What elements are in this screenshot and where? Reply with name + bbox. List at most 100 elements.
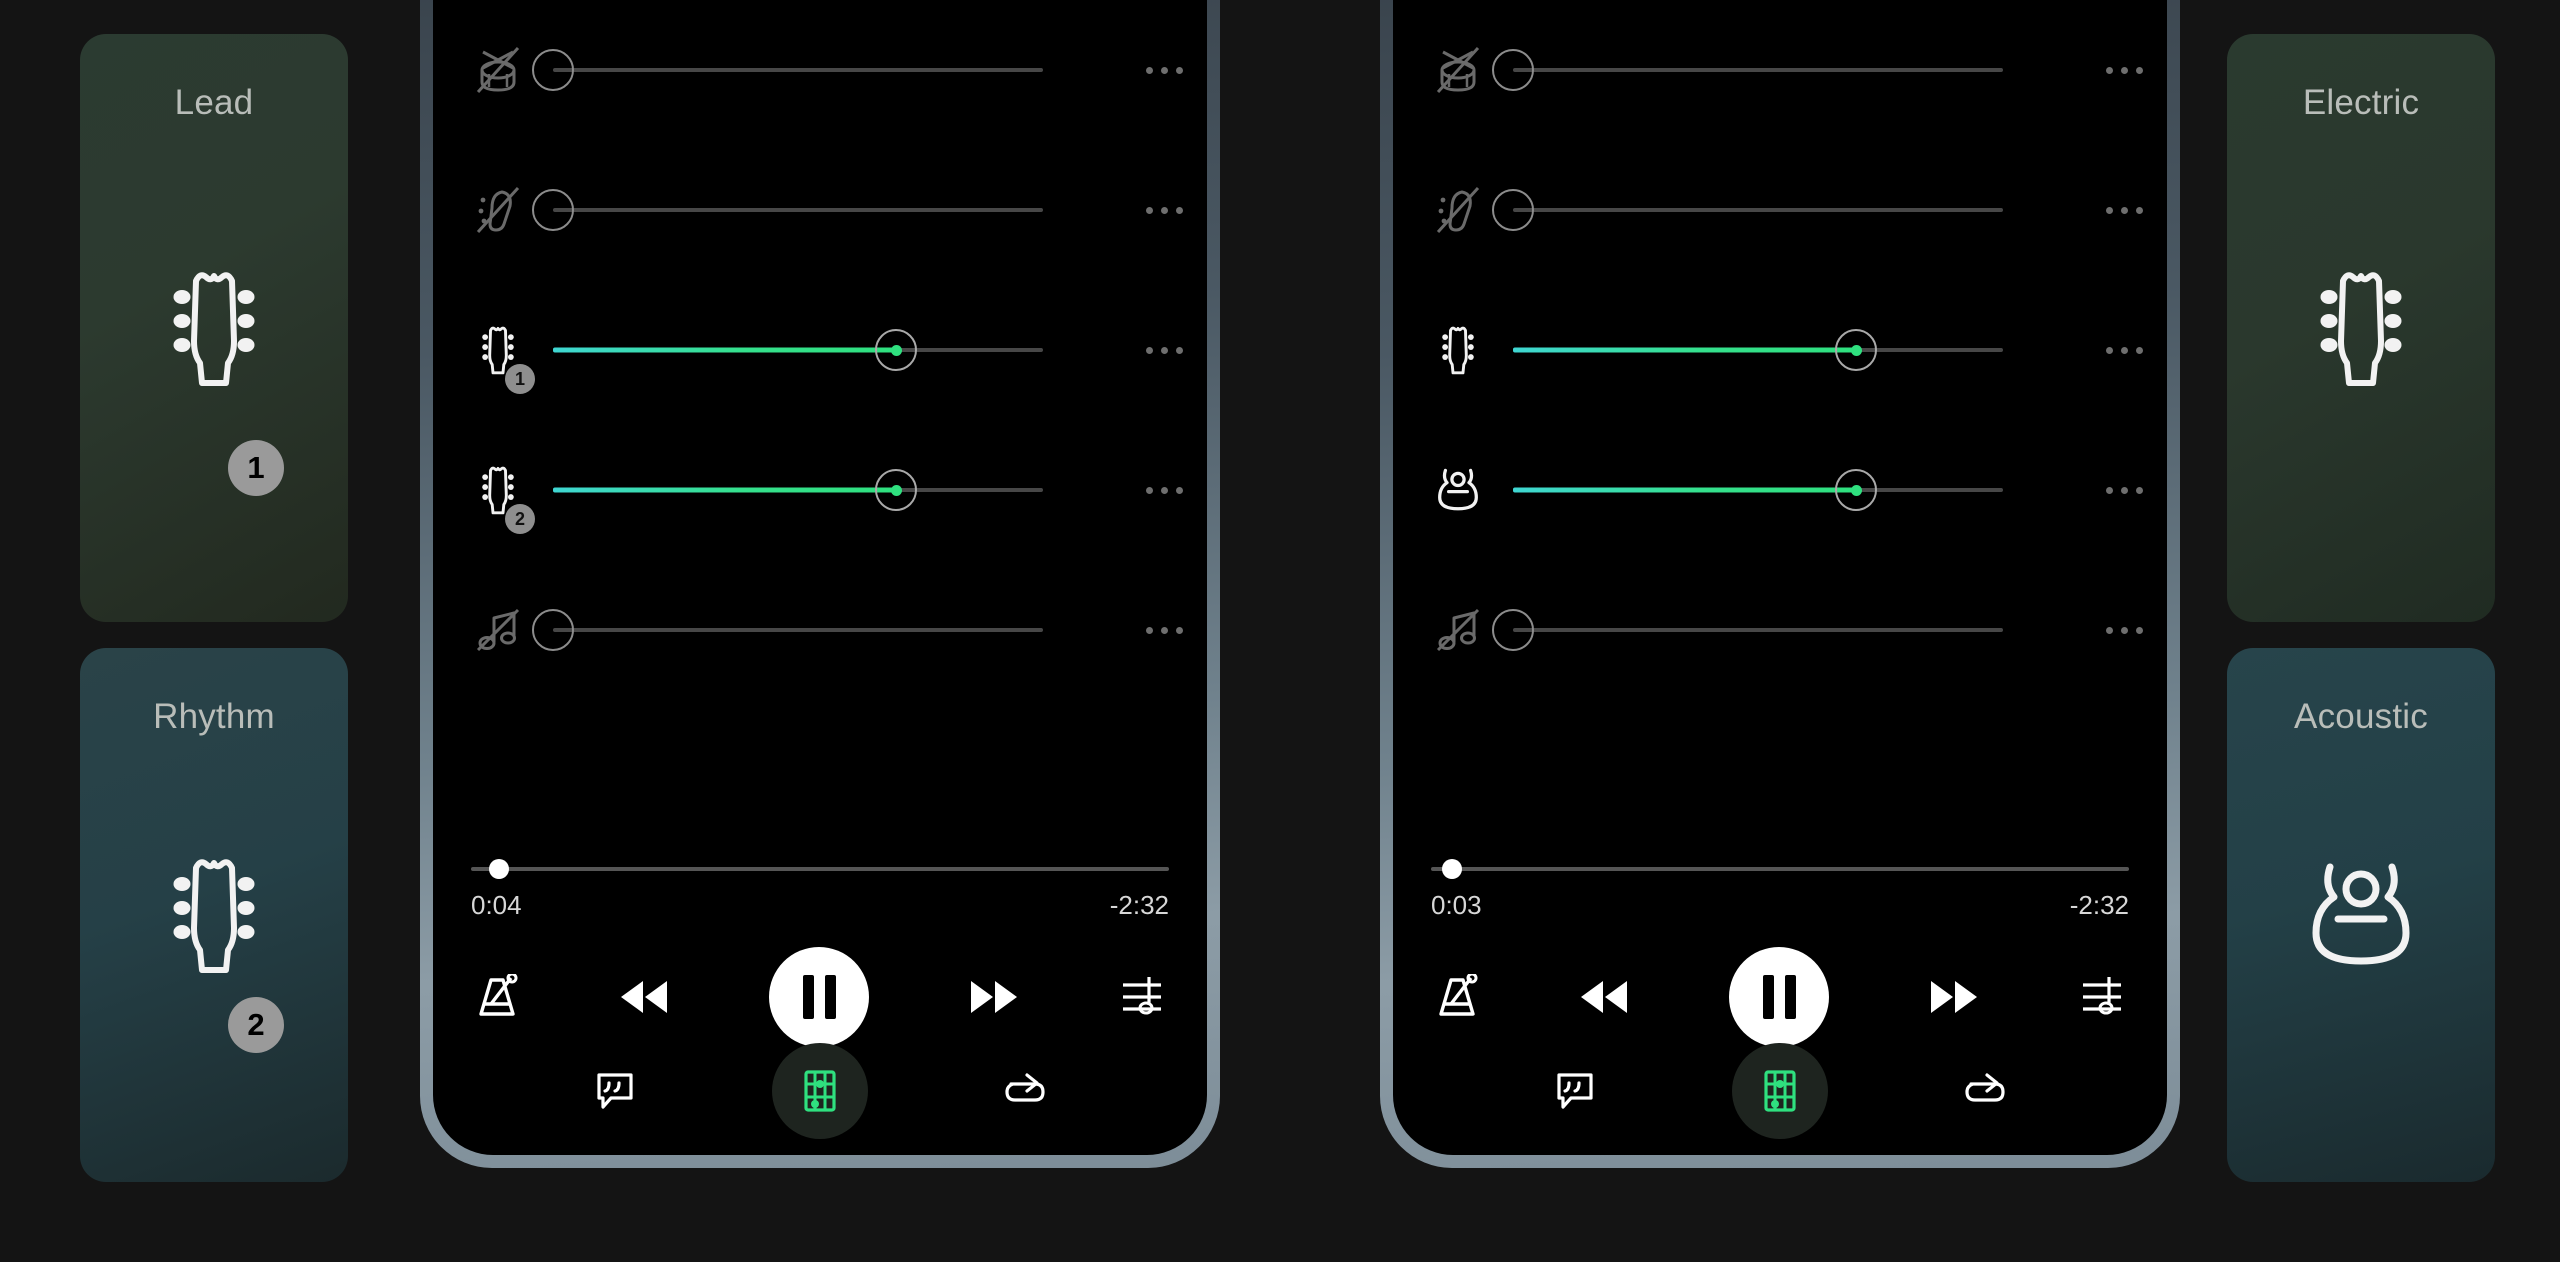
fast-forward-icon[interactable] [1927, 977, 1981, 1017]
tab-lyrics[interactable] [1527, 1043, 1623, 1139]
seek-bar[interactable] [471, 856, 1169, 882]
slider-knob[interactable] [532, 609, 574, 651]
instrument-card-lead[interactable]: Lead 1 [80, 34, 348, 622]
slider-knob[interactable] [1835, 469, 1877, 511]
guitar-headstock-icon[interactable]: 1 [457, 280, 539, 420]
remaining-time: -2:32 [1109, 890, 1169, 920]
mixer-row[interactable]: 1 [433, 280, 1207, 420]
slider-track [553, 628, 1043, 632]
rewind-icon[interactable] [1577, 977, 1631, 1017]
track-number-badge: 1 [505, 364, 535, 394]
pause-icon [1762, 975, 1774, 1019]
volume-slider[interactable] [539, 420, 1115, 560]
volume-slider[interactable] [1492, 0, 2075, 140]
slider-track [1513, 68, 2003, 72]
volume-slider[interactable] [1492, 560, 2075, 700]
phone-mockup-right: 0:03 -2:32 [1380, 0, 2180, 1168]
tab-lyrics[interactable] [567, 1043, 663, 1139]
slider-knob[interactable] [1835, 329, 1877, 371]
tab-loop[interactable] [1937, 1043, 2033, 1139]
seek-bar[interactable] [1431, 856, 2129, 882]
seek-track [471, 867, 1169, 871]
mixer-track-list [1393, 0, 2167, 700]
mixer-icon[interactable] [2079, 975, 2125, 1019]
slider-fill [1513, 347, 1856, 353]
row-more-options-button[interactable] [1121, 420, 1207, 560]
shaker-muted-icon[interactable] [1417, 140, 1499, 280]
row-more-options-button[interactable] [2081, 280, 2167, 420]
seek-handle[interactable] [1441, 859, 1462, 879]
row-more-options-button[interactable] [1121, 0, 1207, 140]
acoustic-guitar-body-icon[interactable] [1417, 420, 1499, 560]
tab-chords[interactable] [771, 1043, 868, 1139]
elapsed-time: 0:03 [1431, 890, 1482, 920]
slider-track [1513, 208, 2003, 212]
volume-slider[interactable] [1492, 140, 2075, 280]
slider-knob[interactable] [1492, 609, 1534, 651]
pause-button[interactable] [769, 947, 869, 1047]
mixer-row[interactable] [433, 560, 1207, 700]
mixer-row[interactable]: 2 [433, 420, 1207, 560]
tab-chords[interactable] [1731, 1043, 1828, 1139]
mixer-row[interactable] [1393, 140, 2167, 280]
metronome-icon[interactable] [475, 974, 519, 1020]
row-more-options-button[interactable] [2081, 560, 2167, 700]
seek-handle[interactable] [488, 859, 509, 879]
volume-slider[interactable] [532, 560, 1115, 700]
shaker-muted-icon[interactable] [457, 140, 539, 280]
slider-knob[interactable] [1492, 189, 1534, 231]
slider-fill [553, 487, 896, 493]
row-more-options-button[interactable] [1121, 280, 1207, 420]
notes-muted-icon[interactable] [457, 560, 539, 700]
rewind-icon[interactable] [617, 977, 671, 1017]
mixer-row[interactable] [1393, 280, 2167, 420]
playback-controls [475, 947, 1165, 1047]
guitar-headstock-icon [2227, 34, 2495, 622]
transport-bar: 0:03 -2:32 [1393, 856, 2167, 1047]
drum-muted-icon[interactable] [457, 0, 539, 140]
mixer-row[interactable] [433, 0, 1207, 140]
row-more-options-button[interactable] [2081, 0, 2167, 140]
volume-slider[interactable] [1499, 420, 2075, 560]
slider-knob[interactable] [532, 189, 574, 231]
notes-muted-icon[interactable] [1417, 560, 1499, 700]
fast-forward-icon[interactable] [967, 977, 1021, 1017]
pause-icon [824, 975, 836, 1019]
pause-icon [1784, 975, 1796, 1019]
mixer-row[interactable] [1393, 560, 2167, 700]
slider-knob[interactable] [875, 329, 917, 371]
phone-screen: 0:03 -2:32 [1393, 0, 2167, 1155]
pause-button[interactable] [1729, 947, 1829, 1047]
slider-knob[interactable] [875, 469, 917, 511]
mixer-row[interactable] [1393, 0, 2167, 140]
instrument-card-rhythm[interactable]: Rhythm 2 [80, 648, 348, 1182]
instrument-card-acoustic[interactable]: Acoustic [2227, 648, 2495, 1182]
guitar-headstock-icon[interactable]: 2 [457, 420, 539, 560]
phone-screen: 1 2 0:04 -2:32 [433, 0, 1207, 1155]
metronome-icon[interactable] [1435, 974, 1479, 1020]
row-more-options-button[interactable] [2081, 420, 2167, 560]
tab-loop[interactable] [977, 1043, 1073, 1139]
row-more-options-button[interactable] [1121, 140, 1207, 280]
guitar-headstock-icon[interactable] [1417, 280, 1499, 420]
volume-slider[interactable] [539, 280, 1115, 420]
row-more-options-button[interactable] [1121, 560, 1207, 700]
volume-slider[interactable] [1499, 280, 2075, 420]
slider-knob[interactable] [1492, 49, 1534, 91]
mixer-track-list: 1 2 [433, 0, 1207, 700]
slider-track [1513, 628, 2003, 632]
remaining-time: -2:32 [2069, 890, 2129, 920]
drum-muted-icon[interactable] [1417, 0, 1499, 140]
mixer-row[interactable] [1393, 420, 2167, 560]
volume-slider[interactable] [532, 140, 1115, 280]
mixer-icon[interactable] [1119, 975, 1165, 1019]
slider-track [553, 68, 1043, 72]
card-badge: 1 [228, 440, 284, 496]
slider-knob[interactable] [532, 49, 574, 91]
row-more-options-button[interactable] [2081, 140, 2167, 280]
instrument-card-electric[interactable]: Electric [2227, 34, 2495, 622]
time-labels: 0:03 -2:32 [1431, 890, 2129, 921]
volume-slider[interactable] [532, 0, 1115, 140]
mixer-row[interactable] [433, 140, 1207, 280]
slider-fill [553, 347, 896, 353]
